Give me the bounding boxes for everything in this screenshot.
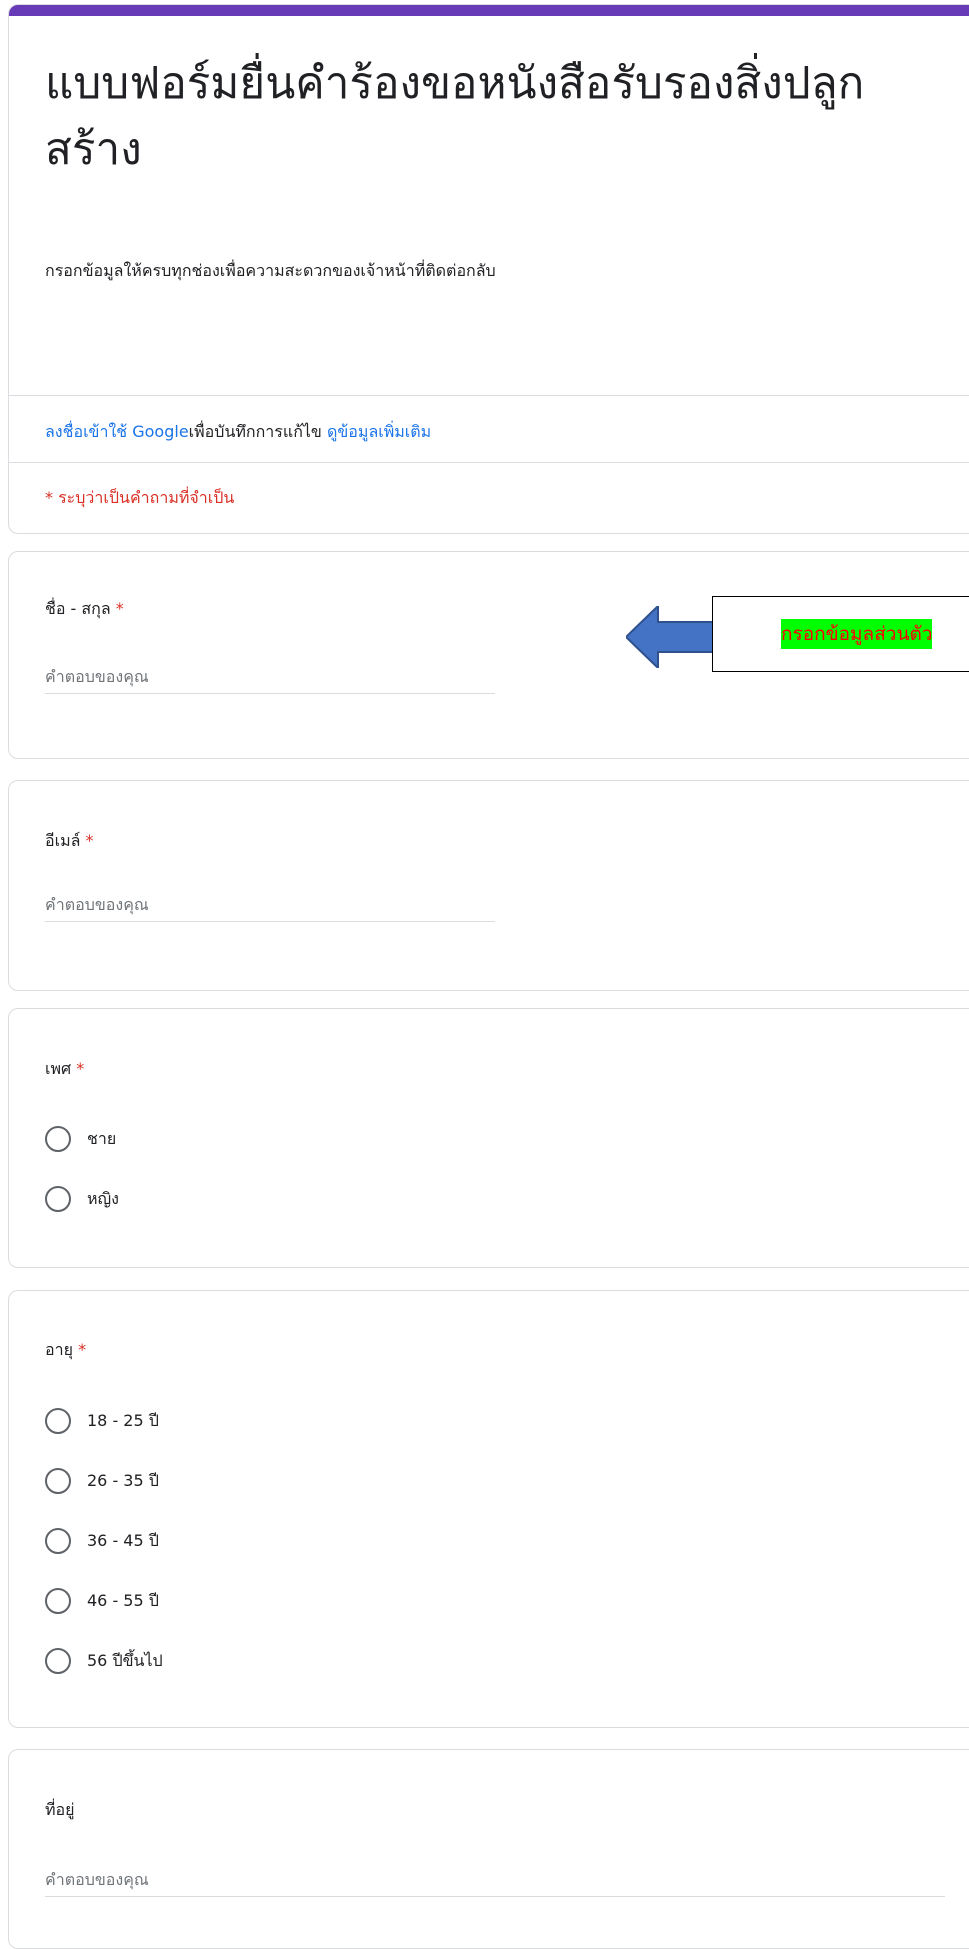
question-label: อีเมล์ (45, 831, 81, 850)
form-header-card: แบบฟอร์มยื่นคำร้องขอหนังสือรับรองสิ่งปลู… (8, 4, 969, 534)
option-label: 26 - 35 ปี (87, 1470, 159, 1490)
required-star: * (78, 1340, 87, 1359)
signin-row: ลงชื่อเข้าใช้ Googleเพื่อบันทึกการแก้ไข … (45, 420, 431, 445)
radio-button[interactable] (45, 1648, 71, 1674)
option-label: 56 ปีขึ้นไป (87, 1650, 163, 1670)
age-option[interactable]: 18 - 25 ปี (45, 1408, 159, 1434)
age-option[interactable]: 46 - 55 ปี (45, 1588, 159, 1614)
age-option[interactable]: 26 - 35 ปี (45, 1468, 159, 1494)
gender-option-female[interactable]: หญิง (45, 1186, 119, 1212)
radio-button[interactable] (45, 1588, 71, 1614)
form-title: แบบฟอร์มยื่นคำร้องขอหนังสือรับรองสิ่งปลู… (45, 58, 865, 175)
question-card-gender: เพศ * ชาย หญิง (8, 1008, 969, 1268)
radio-button[interactable] (45, 1528, 71, 1554)
accent-bar (9, 5, 969, 16)
question-card-email: อีเมล์ * (8, 780, 969, 991)
age-option[interactable]: 56 ปีขึ้นไป (45, 1648, 163, 1674)
option-label: ชาย (87, 1128, 117, 1148)
question-title: ชื่อ - สกุล * (45, 597, 124, 622)
annotation-callout: กรอกข้อมูลส่วนตัว (712, 596, 969, 672)
radio-button[interactable] (45, 1186, 71, 1212)
gender-option-male[interactable]: ชาย (45, 1126, 116, 1152)
question-label: อายุ (45, 1340, 73, 1359)
option-label: 18 - 25 ปี (87, 1410, 159, 1430)
signin-text: เพื่อบันทึกการแก้ไข (188, 422, 327, 441)
question-title: อีเมล์ * (45, 829, 94, 854)
question-card-age: อายุ * 18 - 25 ปี 26 - 35 ปี 36 - 45 ปี … (8, 1290, 969, 1728)
radio-button[interactable] (45, 1408, 71, 1434)
callout-text: กรอกข้อมูลส่วนตัว (781, 619, 933, 649)
question-label: เพศ (45, 1059, 72, 1078)
name-input[interactable] (45, 659, 495, 694)
required-star: * (76, 1059, 85, 1078)
question-label: ที่อยู่ (45, 1800, 75, 1819)
radio-button[interactable] (45, 1468, 71, 1494)
learn-more-link[interactable]: ดูข้อมูลเพิ่มเติม (327, 422, 431, 441)
address-input[interactable] (45, 1862, 945, 1897)
form-page: แบบฟอร์มยื่นคำร้องขอหนังสือรับรองสิ่งปลู… (8, 0, 969, 1949)
required-star: * (85, 831, 94, 850)
radio-button[interactable] (45, 1126, 71, 1152)
option-label: หญิง (87, 1188, 119, 1208)
question-title: ที่อยู่ (45, 1798, 75, 1823)
required-note: * ระบุว่าเป็นคำถามที่จำเป็น (45, 488, 235, 507)
question-title: อายุ * (45, 1338, 86, 1363)
signin-link[interactable]: ลงชื่อเข้าใช้ Google (45, 422, 189, 441)
divider (9, 395, 969, 396)
question-label: ชื่อ - สกุล (45, 599, 111, 618)
required-star: * (115, 599, 124, 618)
option-label: 36 - 45 ปี (87, 1530, 159, 1550)
age-option[interactable]: 36 - 45 ปี (45, 1528, 159, 1554)
form-description: กรอกข้อมูลให้ครบทุกช่องเพื่อความสะดวกของ… (45, 261, 496, 280)
divider (9, 462, 969, 463)
question-card-address: ที่อยู่ (8, 1749, 969, 1949)
option-label: 46 - 55 ปี (87, 1590, 159, 1610)
email-input[interactable] (45, 887, 495, 922)
left-arrow-icon (626, 606, 724, 668)
question-title: เพศ * (45, 1057, 84, 1082)
